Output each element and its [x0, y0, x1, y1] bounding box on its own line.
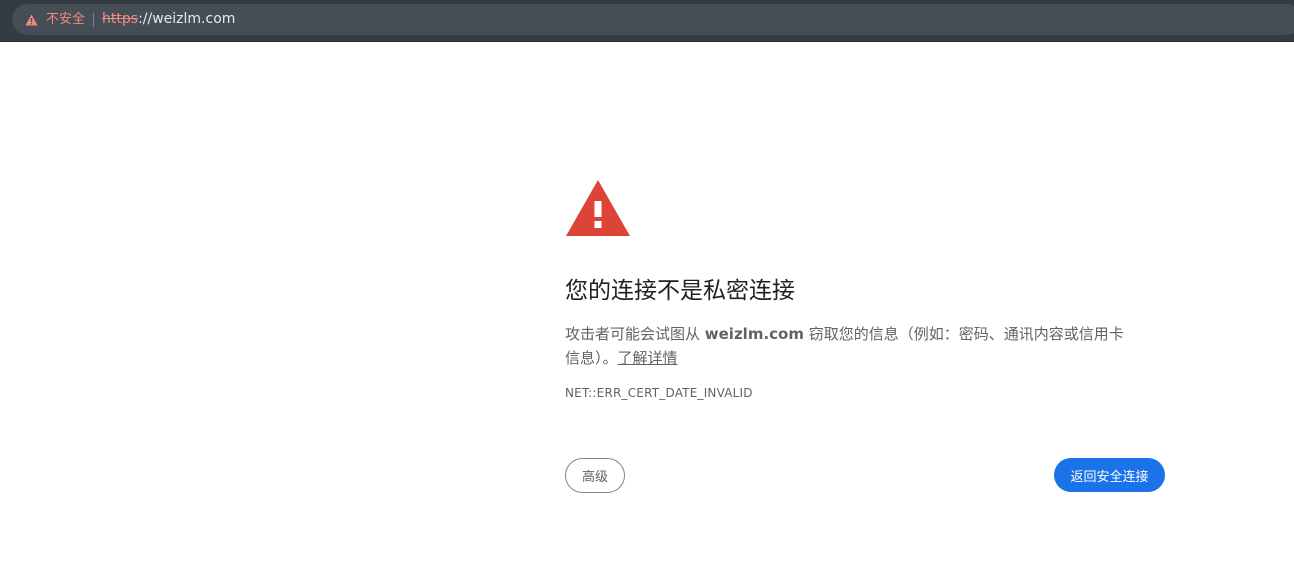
page-title: 您的连接不是私密连接: [565, 278, 795, 304]
advanced-button[interactable]: 高级: [565, 458, 625, 493]
url-text[interactable]: https://weizlm.com: [102, 4, 235, 35]
omnibox-separator: [93, 12, 95, 27]
interstitial-content: 您的连接不是私密连接 攻击者可能会试图从 weizlm.com 窃取您的信息（例…: [565, 178, 1165, 400]
error-code: NET::ERR_CERT_DATE_INVALID: [565, 386, 753, 400]
warning-triangle-icon: [566, 180, 630, 236]
error-message: 攻击者可能会试图从 weizlm.com 窃取您的信息（例如：密码、通讯内容或信…: [565, 322, 1135, 370]
not-secure-warning-icon[interactable]: [24, 13, 38, 27]
address-bar: 不安全 https://weizlm.com: [0, 0, 1294, 42]
not-secure-label[interactable]: 不安全: [46, 4, 85, 35]
message-domain: weizlm.com: [704, 325, 804, 343]
learn-more-link[interactable]: 了解详情: [618, 349, 678, 367]
url-host: ://weizlm.com: [138, 11, 236, 27]
omnibox[interactable]: 不安全 https://weizlm.com: [12, 4, 1294, 35]
url-scheme: https: [102, 11, 139, 27]
message-text-before: 攻击者可能会试图从: [565, 325, 705, 343]
back-to-safety-button[interactable]: 返回安全连接: [1054, 458, 1165, 492]
